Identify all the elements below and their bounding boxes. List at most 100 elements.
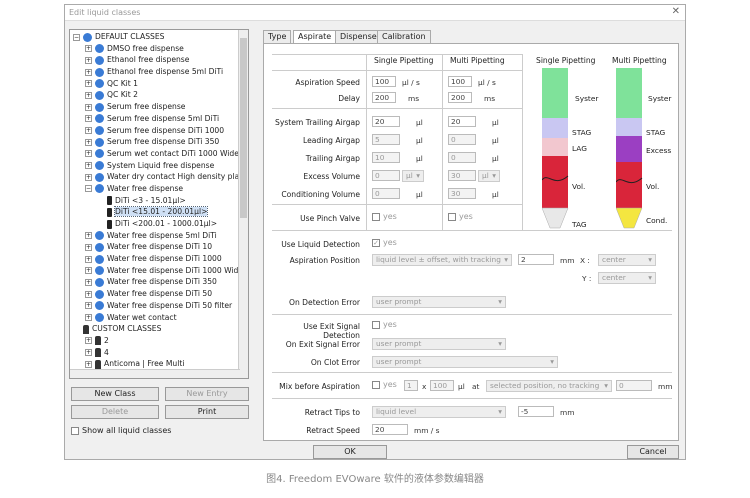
expand-toggle-icon[interactable]: + bbox=[85, 68, 92, 76]
cancel-button[interactable]: Cancel bbox=[627, 445, 679, 459]
delay-multi[interactable]: 200 bbox=[448, 92, 472, 103]
expand-toggle-icon[interactable]: + bbox=[85, 45, 92, 53]
expand-toggle-icon[interactable]: + bbox=[85, 56, 92, 64]
expand-toggle-icon[interactable]: + bbox=[85, 138, 92, 146]
tree-item[interactable]: + Serum wet contact DiTi 1000 Wide Bore bbox=[73, 148, 248, 160]
tree-item[interactable]: + System Liquid free dispense bbox=[73, 160, 248, 172]
tab-dispense[interactable]: Dispense bbox=[335, 30, 382, 44]
tree-item[interactable]: + Water free dispense DiTi 1000 bbox=[73, 253, 248, 265]
liquid-class-tree[interactable]: − DEFAULT CLASSES + DMSO free dispense + Etha… bbox=[69, 29, 249, 379]
tree-item[interactable]: + Water free dispense DiTi 10 bbox=[73, 241, 248, 253]
tree-item[interactable]: − DEFAULT CLASSES bbox=[73, 31, 248, 43]
tree-item[interactable]: + Water free dispense DiTi 50 filter bbox=[73, 300, 248, 312]
tree-item[interactable]: + Water free dispense DiTi 350 bbox=[73, 276, 248, 288]
tree-item[interactable]: + Water free dispense 5ml DiTi bbox=[73, 230, 248, 242]
retract-position-dropdown[interactable]: liquid level bbox=[372, 406, 506, 418]
show-all-checkbox-row[interactable]: Show all liquid classes bbox=[71, 426, 171, 435]
x-position-dropdown[interactable]: center bbox=[598, 254, 656, 266]
tag-single[interactable]: 10 bbox=[372, 152, 400, 163]
expand-toggle-icon[interactable]: + bbox=[85, 349, 92, 357]
tree-item[interactable]: + QC Kit 2 bbox=[73, 89, 248, 101]
tab-calibration[interactable]: Calibration bbox=[377, 30, 431, 44]
expand-toggle-icon[interactable]: + bbox=[85, 103, 92, 111]
expand-toggle-icon[interactable]: + bbox=[85, 337, 92, 345]
aspiration-speed-single[interactable]: 100 bbox=[372, 76, 396, 87]
tab-type[interactable]: Type bbox=[263, 30, 292, 44]
pinch-valve-single[interactable]: yes bbox=[372, 212, 397, 221]
excess-unit-dropdown[interactable]: µl bbox=[402, 170, 424, 182]
mix-position-dropdown[interactable]: selected position, no tracking bbox=[486, 380, 612, 392]
expand-toggle-icon[interactable]: − bbox=[73, 33, 80, 41]
tree-item[interactable]: − Water free dispense bbox=[73, 183, 248, 195]
tree-item[interactable]: + QC Kit 1 bbox=[73, 78, 248, 90]
position-offset-input[interactable]: 2 bbox=[518, 254, 554, 265]
tree-item[interactable]: + Water free dispense DiTi 50 bbox=[73, 288, 248, 300]
delete-button[interactable]: Delete bbox=[71, 405, 159, 419]
lag-multi[interactable]: 0 bbox=[448, 134, 476, 145]
mix-volume-input[interactable]: 100 bbox=[430, 380, 454, 391]
aspiration-position-dropdown[interactable]: liquid level ± offset, with tracking bbox=[372, 254, 512, 266]
expand-toggle-icon[interactable]: + bbox=[85, 243, 92, 251]
tree-item[interactable]: + Water dry contact High density plate bbox=[73, 171, 248, 183]
tree-item[interactable]: + Serum free dispense bbox=[73, 101, 248, 113]
tree-item[interactable]: + Water free dispense DiTi 1000 Wide Bore bbox=[73, 265, 248, 277]
excess-volume-multi[interactable]: 30 bbox=[448, 170, 476, 181]
scroll-thumb[interactable] bbox=[240, 38, 247, 218]
use-exit-signal-checkbox[interactable]: yes bbox=[372, 320, 397, 329]
detection-error-dropdown[interactable]: user prompt bbox=[372, 296, 506, 308]
mix-count-input[interactable]: 1 bbox=[404, 380, 418, 391]
print-button[interactable]: Print bbox=[165, 405, 249, 419]
tree-item[interactable]: DiTi <200.01 - 1000.01µl> bbox=[73, 218, 248, 230]
excess-unit-dropdown-multi[interactable]: µl bbox=[478, 170, 500, 182]
tree-item[interactable]: +2 bbox=[73, 335, 248, 347]
conditioning-volume-multi[interactable]: 30 bbox=[448, 188, 476, 199]
tree-item[interactable]: + Ethanol free dispense bbox=[73, 54, 248, 66]
exit-signal-error-dropdown[interactable]: user prompt bbox=[372, 338, 506, 350]
mix-checkbox[interactable]: yes bbox=[372, 380, 397, 389]
expand-toggle-icon[interactable]: + bbox=[85, 255, 92, 263]
tag-multi[interactable]: 0 bbox=[448, 152, 476, 163]
retract-speed-input[interactable]: 20 bbox=[372, 424, 408, 435]
expand-toggle-icon[interactable]: + bbox=[85, 278, 92, 286]
tree-item[interactable]: DiTi <15.01 - 200.01µl> bbox=[73, 206, 248, 218]
tree-item[interactable]: + Serum free dispense DiTi 1000 bbox=[73, 125, 248, 137]
expand-toggle-icon[interactable]: − bbox=[85, 185, 92, 193]
stag-single[interactable]: 20 bbox=[372, 116, 400, 127]
new-entry-button[interactable]: New Entry bbox=[165, 387, 249, 401]
tree-item[interactable]: + Water wet contact bbox=[73, 312, 248, 324]
stag-multi[interactable]: 20 bbox=[448, 116, 476, 127]
expand-toggle-icon[interactable]: + bbox=[85, 80, 92, 88]
tree-vertical-scrollbar[interactable] bbox=[238, 30, 248, 378]
tree-item[interactable]: +4 bbox=[73, 347, 248, 359]
tree-item[interactable]: + Serum free dispense 5ml DiTi bbox=[73, 113, 248, 125]
y-position-dropdown[interactable]: center bbox=[598, 272, 656, 284]
expand-toggle-icon[interactable]: + bbox=[85, 162, 92, 170]
expand-toggle-icon[interactable]: + bbox=[85, 232, 92, 240]
aspiration-speed-multi[interactable]: 100 bbox=[448, 76, 472, 87]
expand-toggle-icon[interactable]: + bbox=[85, 360, 92, 368]
use-liquid-detection-checkbox[interactable]: ✓ yes bbox=[372, 238, 397, 247]
expand-toggle-icon[interactable]: + bbox=[85, 115, 92, 123]
expand-toggle-icon[interactable]: + bbox=[85, 127, 92, 134]
expand-toggle-icon[interactable]: + bbox=[85, 290, 92, 298]
tree-item[interactable]: + DMSO free dispense bbox=[73, 43, 248, 55]
conditioning-volume-single[interactable]: 0 bbox=[372, 188, 400, 199]
expand-toggle-icon[interactable]: + bbox=[85, 267, 92, 275]
show-all-checkbox[interactable] bbox=[71, 426, 79, 435]
delay-single[interactable]: 200 bbox=[372, 92, 396, 103]
tree-item[interactable]: DiTi <3 - 15.01µl> bbox=[73, 195, 248, 207]
expand-toggle-icon[interactable]: + bbox=[85, 302, 92, 310]
tree-horizontal-scrollbar[interactable] bbox=[70, 369, 240, 378]
pinch-valve-multi[interactable]: yes bbox=[448, 212, 473, 221]
tree-item[interactable]: + Ethanol free dispense 5ml DiTi bbox=[73, 66, 248, 78]
expand-toggle-icon[interactable]: + bbox=[85, 150, 92, 158]
retract-offset-input[interactable]: -5 bbox=[518, 406, 554, 417]
new-class-button[interactable]: New Class bbox=[71, 387, 159, 401]
ok-button[interactable]: OK bbox=[313, 445, 387, 459]
tree-item[interactable]: CUSTOM CLASSES bbox=[73, 323, 248, 335]
tree-item[interactable]: + Serum free dispense DiTi 350 bbox=[73, 136, 248, 148]
close-icon[interactable]: ✕ bbox=[672, 6, 680, 17]
expand-toggle-icon[interactable]: + bbox=[85, 314, 92, 321]
mix-offset-input[interactable]: 0 bbox=[616, 380, 652, 391]
expand-toggle-icon[interactable]: + bbox=[85, 91, 92, 99]
